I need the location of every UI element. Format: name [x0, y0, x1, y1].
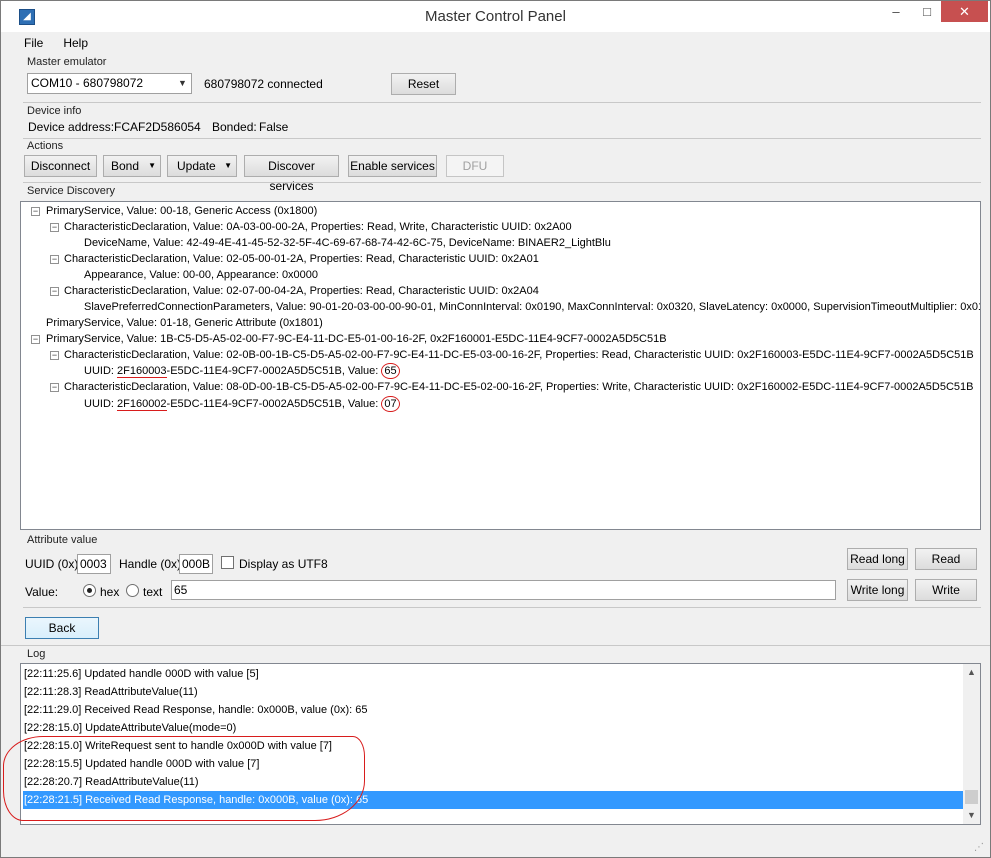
tree-node-characteristic[interactable]: CharacteristicDeclaration, Value: 02-05-…	[64, 251, 539, 267]
disconnect-button[interactable]: Disconnect	[24, 155, 97, 177]
bonded-value: False	[259, 120, 289, 134]
device-info-label: Device info	[27, 105, 82, 117]
bond-button[interactable]: Bond ▼	[103, 155, 161, 177]
divider	[23, 182, 981, 183]
write-button[interactable]: Write	[915, 579, 977, 601]
menu-bar: File Help	[21, 35, 105, 53]
window-title: Master Control Panel	[425, 8, 566, 25]
log-entry[interactable]: [22:28:15.0] UpdateAttributeValue(mode=0…	[23, 719, 963, 737]
port-select[interactable]: COM10 - 680798072 ▼	[27, 73, 192, 94]
log-entry[interactable]: [22:11:29.0] Received Read Response, han…	[23, 701, 963, 719]
chevron-down-icon: ▼	[178, 78, 187, 88]
master-control-panel-window: ◢ Master Control Panel – □ ✕ File Help Ma…	[0, 0, 991, 858]
value-label: Value:	[25, 585, 59, 599]
minimize-icon[interactable]: –	[881, 1, 911, 22]
collapse-icon[interactable]: −	[50, 255, 59, 264]
tree-node-attribute[interactable]: UUID: 2F160002-E5DC-11E4-9CF7-0002A5D5C5…	[84, 396, 400, 412]
value-input[interactable]: 65	[171, 580, 836, 600]
close-icon[interactable]: ✕	[941, 1, 988, 22]
divider	[23, 607, 981, 608]
enable-services-button[interactable]: Enable services	[348, 155, 437, 177]
chevron-down-icon: ▼	[148, 161, 156, 170]
update-button-label: Update	[177, 159, 216, 173]
bonded-label: Bonded:	[212, 120, 257, 134]
update-button[interactable]: Update ▼	[167, 155, 237, 177]
resize-grip-icon[interactable]: ⋰	[974, 842, 984, 853]
read-long-button[interactable]: Read long	[847, 548, 908, 570]
tree-node-attribute[interactable]: UUID: 2F160003-E5DC-11E4-9CF7-0002A5D5C5…	[84, 363, 400, 379]
chevron-down-icon: ▼	[224, 161, 232, 170]
scroll-thumb[interactable]	[965, 790, 978, 804]
connection-status: 680798072 connected	[204, 77, 323, 91]
uuid-prefix: UUID:	[84, 365, 117, 377]
tree-node-attribute[interactable]: Appearance, Value: 00-00, Appearance: 0x…	[84, 267, 318, 283]
handle-label: Handle (0x):	[119, 557, 185, 571]
hex-radio[interactable]	[83, 584, 96, 597]
discover-services-button[interactable]: Discover services	[244, 155, 339, 193]
tree-node-primary-service[interactable]: PrimaryService, Value: 1B-C5-D5-A5-02-00…	[46, 331, 667, 347]
reset-button[interactable]: Reset	[391, 73, 456, 95]
text-label: text	[143, 585, 163, 599]
menu-help[interactable]: Help	[60, 35, 91, 51]
tree-node-attribute[interactable]: DeviceName, Value: 42-49-4E-41-45-52-32-…	[84, 235, 611, 251]
display-utf8-checkbox[interactable]	[221, 556, 234, 569]
dfu-button[interactable]: DFU	[446, 155, 504, 177]
attribute-value-label: Attribute value	[27, 534, 98, 546]
tree-node-characteristic[interactable]: CharacteristicDeclaration, Value: 0A-03-…	[64, 219, 572, 235]
value-highlight: 07	[381, 396, 400, 412]
actions-label: Actions	[27, 140, 64, 152]
read-button[interactable]: Read	[915, 548, 977, 570]
port-select-value: COM10 - 680798072	[31, 76, 144, 90]
collapse-icon[interactable]: −	[50, 223, 59, 232]
status-bar: ⋰	[1, 833, 990, 857]
back-button[interactable]: Back	[25, 617, 99, 639]
write-long-button[interactable]: Write long	[847, 579, 908, 601]
uuid-highlight: 2F160003	[117, 365, 167, 378]
uuid-input[interactable]: 0003	[77, 554, 111, 574]
log-entry[interactable]: [22:11:28.3] ReadAttributeValue(11)	[23, 683, 963, 701]
uuid-prefix: UUID:	[84, 398, 117, 410]
service-discovery-label: Service Discovery	[27, 185, 116, 197]
service-tree[interactable]: − PrimaryService, Value: 00-18, Generic …	[20, 201, 981, 530]
tree-node-primary-service[interactable]: PrimaryService, Value: 01-18, Generic At…	[46, 315, 323, 331]
menu-file[interactable]: File	[21, 35, 46, 51]
bond-button-label: Bond	[111, 159, 140, 173]
divider	[23, 102, 981, 103]
divider	[23, 138, 981, 139]
text-radio[interactable]	[126, 584, 139, 597]
title-bar: ◢ Master Control Panel – □ ✕	[1, 1, 990, 32]
tree-node-characteristic[interactable]: CharacteristicDeclaration, Value: 02-0B-…	[64, 347, 974, 363]
red-annotation-outline	[3, 736, 365, 821]
collapse-icon[interactable]: −	[50, 351, 59, 360]
master-emulator-label: Master emulator	[27, 56, 107, 68]
collapse-icon[interactable]: −	[50, 287, 59, 296]
value-highlight: 65	[381, 363, 400, 379]
log-entry[interactable]: [22:11:25.6] Updated handle 000D with va…	[23, 665, 963, 683]
scroll-up-icon[interactable]: ▲	[963, 664, 980, 681]
collapse-icon[interactable]: −	[31, 207, 40, 216]
divider	[1, 645, 990, 646]
tree-node-characteristic[interactable]: CharacteristicDeclaration, Value: 08-0D-…	[64, 379, 974, 395]
display-utf8-label: Display as UTF8	[239, 557, 328, 571]
scroll-down-icon[interactable]: ▼	[963, 807, 980, 824]
device-address-label: Device address:	[28, 120, 115, 134]
collapse-icon[interactable]: −	[50, 383, 59, 392]
uuid-highlight: 2F160002	[117, 398, 167, 411]
tree-node-attribute[interactable]: SlavePreferredConnectionParameters, Valu…	[84, 299, 980, 315]
uuid-rest: -E5DC-11E4-9CF7-0002A5D5C51B, Value:	[166, 398, 382, 410]
uuid-rest: -E5DC-11E4-9CF7-0002A5D5C51B, Value:	[166, 365, 382, 377]
device-address-value: FCAF2D586054	[114, 120, 201, 134]
tree-node-primary-service[interactable]: PrimaryService, Value: 00-18, Generic Ac…	[46, 203, 317, 219]
maximize-icon[interactable]: □	[912, 1, 942, 22]
handle-input[interactable]: 000B	[179, 554, 213, 574]
tree-node-characteristic[interactable]: CharacteristicDeclaration, Value: 02-07-…	[64, 283, 539, 299]
hex-label: hex	[100, 585, 120, 599]
log-label: Log	[27, 648, 46, 660]
log-scrollbar[interactable]: ▲ ▼	[963, 664, 980, 824]
collapse-icon[interactable]: −	[31, 335, 40, 344]
uuid-label: UUID (0x):	[25, 557, 82, 571]
